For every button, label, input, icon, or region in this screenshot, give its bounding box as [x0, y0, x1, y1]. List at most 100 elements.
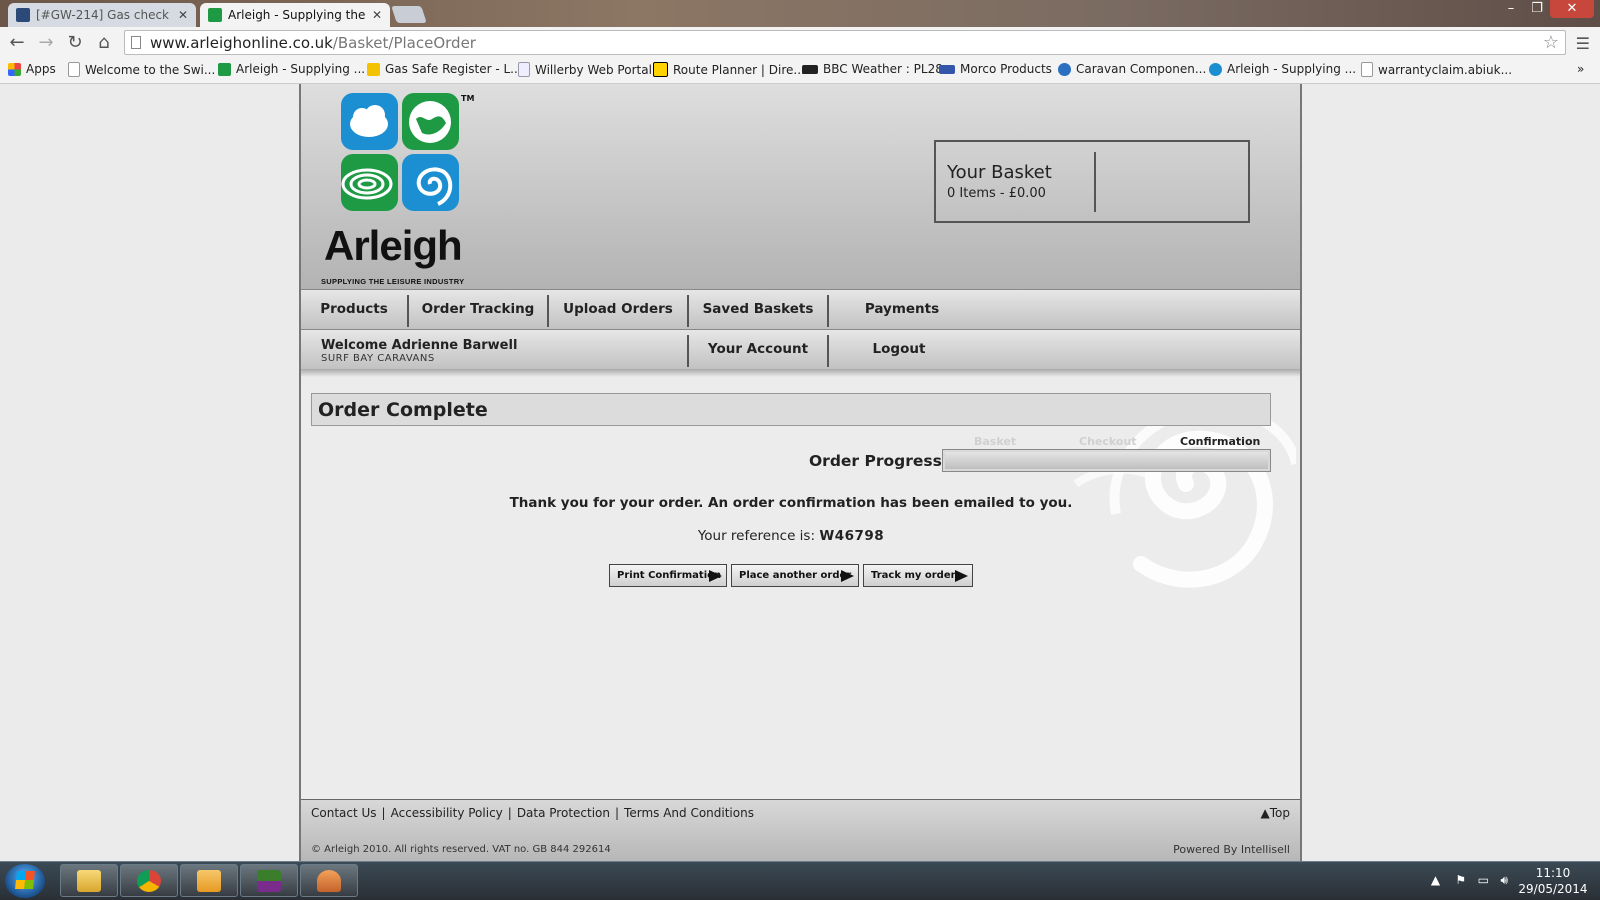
order-progress-label: Order Progress: — [809, 452, 949, 470]
gas-safe-icon — [367, 62, 380, 76]
back-to-top-link[interactable]: ▲Top — [1261, 806, 1290, 820]
start-button[interactable] — [5, 864, 45, 898]
bookmark-arleigh-2[interactable]: Arleigh - Supplying ... — [1209, 62, 1356, 76]
restore-icon[interactable]: ❐ — [1524, 0, 1550, 18]
aa-icon — [653, 62, 668, 77]
windows-logo-icon — [15, 871, 35, 889]
site-header: TM Arleigh SUPPLYING THE LEISURE INDUSTR… — [301, 84, 1300, 289]
back-arrow-icon[interactable]: ← — [6, 32, 28, 54]
nav-logout[interactable]: Logout — [829, 330, 969, 368]
arleigh-logo[interactable]: TM Arleigh SUPPLYING THE LEISURE INDUSTR… — [321, 92, 481, 286]
bookmarks-overflow-icon[interactable]: » — [1577, 62, 1584, 76]
logo-tagline: SUPPLYING THE LEISURE INDUSTRY — [321, 277, 465, 286]
bookmark-label: Arleigh - Supplying ... — [1227, 62, 1357, 76]
track-my-orders-button[interactable]: Track my orders — [863, 564, 973, 587]
sage-icon — [257, 870, 281, 892]
button-label: Print Confirmation — [617, 570, 722, 581]
close-window-icon[interactable]: ✕ — [1550, 0, 1594, 18]
show-hidden-icons-icon[interactable]: ▲ — [1431, 873, 1440, 887]
footer-link-contact[interactable]: Contact Us — [311, 806, 377, 820]
page-icon — [518, 62, 530, 77]
bookmark-bbc-weather[interactable]: BBC Weather : PL28 — [802, 62, 943, 76]
basket-summary-box[interactable]: Your Basket 0 Items - £0.00 — [934, 140, 1250, 223]
bookmark-warranty-claim[interactable]: warrantyclaim.abiuk... — [1361, 62, 1512, 77]
close-tab-icon[interactable]: ✕ — [372, 8, 382, 22]
address-bar[interactable]: www.arleighonline.co.uk/Basket/PlaceOrde… — [124, 30, 1566, 55]
nav-saved-baskets[interactable]: Saved Baskets — [689, 290, 827, 328]
footer-link-accessibility[interactable]: Accessibility Policy — [391, 806, 503, 820]
reference-label: Your reference is: — [697, 528, 816, 544]
powered-by-link[interactable]: Powered By Intellisell — [1173, 843, 1290, 856]
tray-icons: ▲ ⚑ ▭ 🔊︎ — [1431, 873, 1508, 888]
pipe-separator: | — [615, 806, 620, 820]
basket-item-count: 0 Items - £0.00 — [947, 186, 1046, 201]
taskbar-clock[interactable]: 11:10 29/05/2014 — [1518, 865, 1588, 897]
nav-products[interactable]: Products — [301, 290, 407, 328]
bookmark-label: Welcome to the Swi... — [85, 62, 216, 77]
page-title: Order Complete — [318, 399, 488, 421]
new-tab-button[interactable] — [391, 6, 427, 23]
order-progress-bar — [942, 449, 1271, 472]
windows-taskbar: ▲ ⚑ ▭ 🔊︎ 11:10 29/05/2014 — [0, 861, 1600, 900]
taskbar-user-app[interactable] — [300, 864, 358, 897]
bookmark-morco[interactable]: Morco Products — [939, 62, 1052, 76]
bookmark-label: Apps — [26, 62, 56, 76]
home-icon[interactable]: ⌂ — [93, 32, 115, 54]
forward-arrow-icon[interactable]: → — [35, 32, 57, 54]
bookmark-caravan-components[interactable]: Caravan Componen... — [1058, 62, 1206, 76]
swirl-logo-icon — [402, 154, 459, 211]
logo-wordmark: Arleigh — [324, 222, 463, 269]
place-another-order-button[interactable]: Place another order — [731, 564, 859, 587]
bookmark-arleigh-1[interactable]: Arleigh - Supplying ... — [218, 62, 365, 76]
tab-arleigh[interactable]: Arleigh - Supplying the Le ✕ — [200, 3, 390, 27]
nav-order-tracking[interactable]: Order Tracking — [409, 290, 547, 328]
company-name: SURF BAY CARAVANS — [321, 353, 435, 364]
bookmark-apps[interactable]: Apps — [8, 62, 56, 76]
arrow-right-icon — [709, 570, 722, 582]
basket-title: Your Basket — [947, 162, 1052, 183]
page-title-bar: Order Complete — [311, 393, 1271, 426]
footer-link-data-protection[interactable]: Data Protection — [517, 806, 610, 820]
page-icon — [1361, 62, 1373, 77]
bookmark-label: Caravan Componen... — [1076, 62, 1207, 76]
welcome-block: Welcome Adrienne Barwell SURF BAY CARAVA… — [321, 338, 517, 364]
hamburger-menu-icon[interactable]: ☰ — [1576, 34, 1590, 53]
taskbar-outlook[interactable] — [180, 864, 238, 897]
network-icon[interactable]: ▭ — [1478, 873, 1489, 887]
bookmark-label: Willerby Web Portal — [535, 62, 652, 77]
bookmark-label: Arleigh - Supplying ... — [236, 62, 366, 76]
nav-payments[interactable]: Payments — [829, 290, 975, 328]
bookmark-label: warrantyclaim.abiuk... — [1378, 62, 1513, 77]
button-label: Track my orders — [871, 570, 962, 581]
taskbar-file-explorer[interactable] — [60, 864, 118, 897]
action-center-flag-icon[interactable]: ⚑ — [1455, 873, 1466, 887]
caravan-icon — [1058, 62, 1071, 76]
close-tab-icon[interactable]: ✕ — [178, 8, 188, 22]
reload-icon[interactable]: ↻ — [64, 32, 86, 54]
volume-icon[interactable]: 🔊︎ — [1500, 873, 1508, 887]
reference-value: W46798 — [819, 528, 885, 544]
copyright-text: © Arleigh 2010. All rights reserved. VAT… — [311, 844, 611, 855]
bookmark-willerby[interactable]: Willerby Web Portal — [518, 62, 652, 77]
minimize-icon[interactable]: – — [1498, 0, 1524, 18]
bookmark-star-icon[interactable]: ☆ — [1543, 32, 1559, 53]
nav-upload-orders[interactable]: Upload Orders — [549, 290, 687, 328]
bookmark-label: BBC Weather : PL28 — [823, 62, 943, 76]
nav-your-account[interactable]: Your Account — [689, 330, 827, 368]
bookmark-gas-safe[interactable]: Gas Safe Register - L... — [367, 62, 522, 76]
taskbar-chrome[interactable] — [120, 864, 178, 897]
taskbar-sage[interactable] — [240, 864, 298, 897]
print-confirmation-button[interactable]: Print Confirmation — [609, 564, 727, 587]
tab-gas-check[interactable]: [#GW-214] Gas check requ ✕ — [8, 3, 196, 27]
morco-icon — [939, 64, 955, 74]
pipe-separator: | — [507, 806, 512, 820]
bookmark-label: Gas Safe Register - L... — [385, 62, 522, 76]
footer-link-terms[interactable]: Terms And Conditions — [624, 806, 754, 820]
bookmark-welcome[interactable]: Welcome to the Swi... — [68, 62, 215, 77]
arrow-right-icon — [955, 570, 968, 582]
folder-icon — [77, 870, 101, 892]
browser-tab-bar: [#GW-214] Gas check requ ✕ Arleigh - Sup… — [0, 0, 1600, 27]
bookmark-route-planner[interactable]: Route Planner | Dire... — [653, 62, 805, 77]
welcome-user-name: Welcome Adrienne Barwell — [321, 338, 518, 353]
page-icon — [131, 36, 141, 49]
